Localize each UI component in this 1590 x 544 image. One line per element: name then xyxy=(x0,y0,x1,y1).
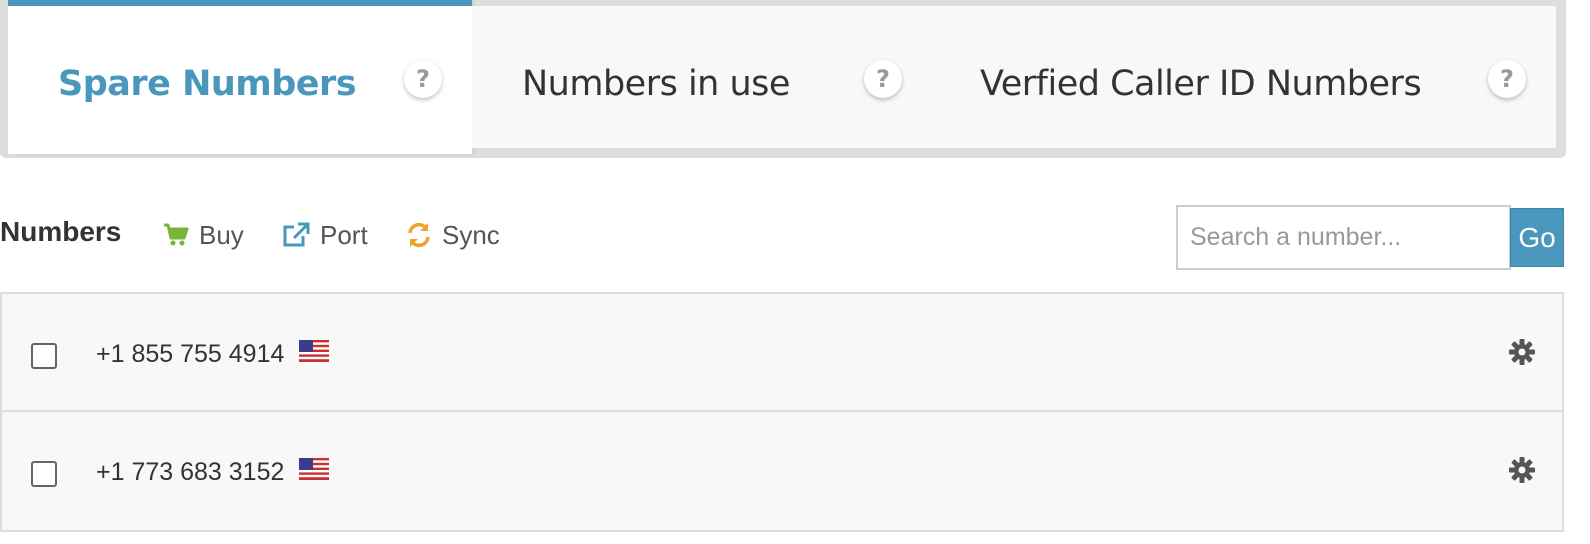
refresh-icon xyxy=(408,222,430,248)
buy-label: Buy xyxy=(199,219,244,250)
port-label: Port xyxy=(320,219,368,250)
numbers-list: +1 855 755 4914 +1 773 683 3152 xyxy=(0,292,1564,532)
tab-label: Verfied Caller ID Numbers xyxy=(980,64,1422,104)
tab-spare-numbers[interactable]: Spare Numbers ? xyxy=(8,0,472,154)
sync-label: Sync xyxy=(442,219,500,250)
tab-label: Numbers in use xyxy=(522,64,790,104)
search-input[interactable] xyxy=(1176,205,1511,270)
list-item: +1 855 755 4914 xyxy=(2,294,1562,412)
section-title: Numbers xyxy=(0,216,122,247)
help-icon[interactable]: ? xyxy=(404,60,442,98)
tab-label: Spare Numbers xyxy=(58,64,357,104)
sync-button[interactable]: Sync xyxy=(406,216,500,254)
row-checkbox[interactable] xyxy=(31,343,57,369)
list-item: +1 773 683 3152 xyxy=(2,412,1562,530)
us-flag-icon xyxy=(299,340,329,362)
help-icon[interactable]: ? xyxy=(864,60,902,98)
help-icon[interactable]: ? xyxy=(1488,60,1526,98)
gear-icon[interactable] xyxy=(1508,338,1536,366)
port-button[interactable]: Port xyxy=(282,216,368,254)
us-flag-icon xyxy=(299,458,329,480)
external-link-icon xyxy=(283,222,310,247)
phone-number: +1 773 683 3152 xyxy=(96,458,285,486)
shopping-cart-icon xyxy=(164,223,189,246)
tab-verified-caller-id[interactable]: Verfied Caller ID Numbers ? xyxy=(928,6,1556,148)
gear-icon[interactable] xyxy=(1508,456,1536,484)
go-button[interactable]: Go xyxy=(1510,208,1564,267)
buy-button[interactable]: Buy xyxy=(163,216,244,254)
tab-numbers-in-use[interactable]: Numbers in use ? xyxy=(472,6,928,148)
row-checkbox[interactable] xyxy=(31,461,57,487)
phone-number: +1 855 755 4914 xyxy=(96,340,285,368)
tab-bar: Spare Numbers ? Numbers in use ? Verfied… xyxy=(0,0,1566,158)
